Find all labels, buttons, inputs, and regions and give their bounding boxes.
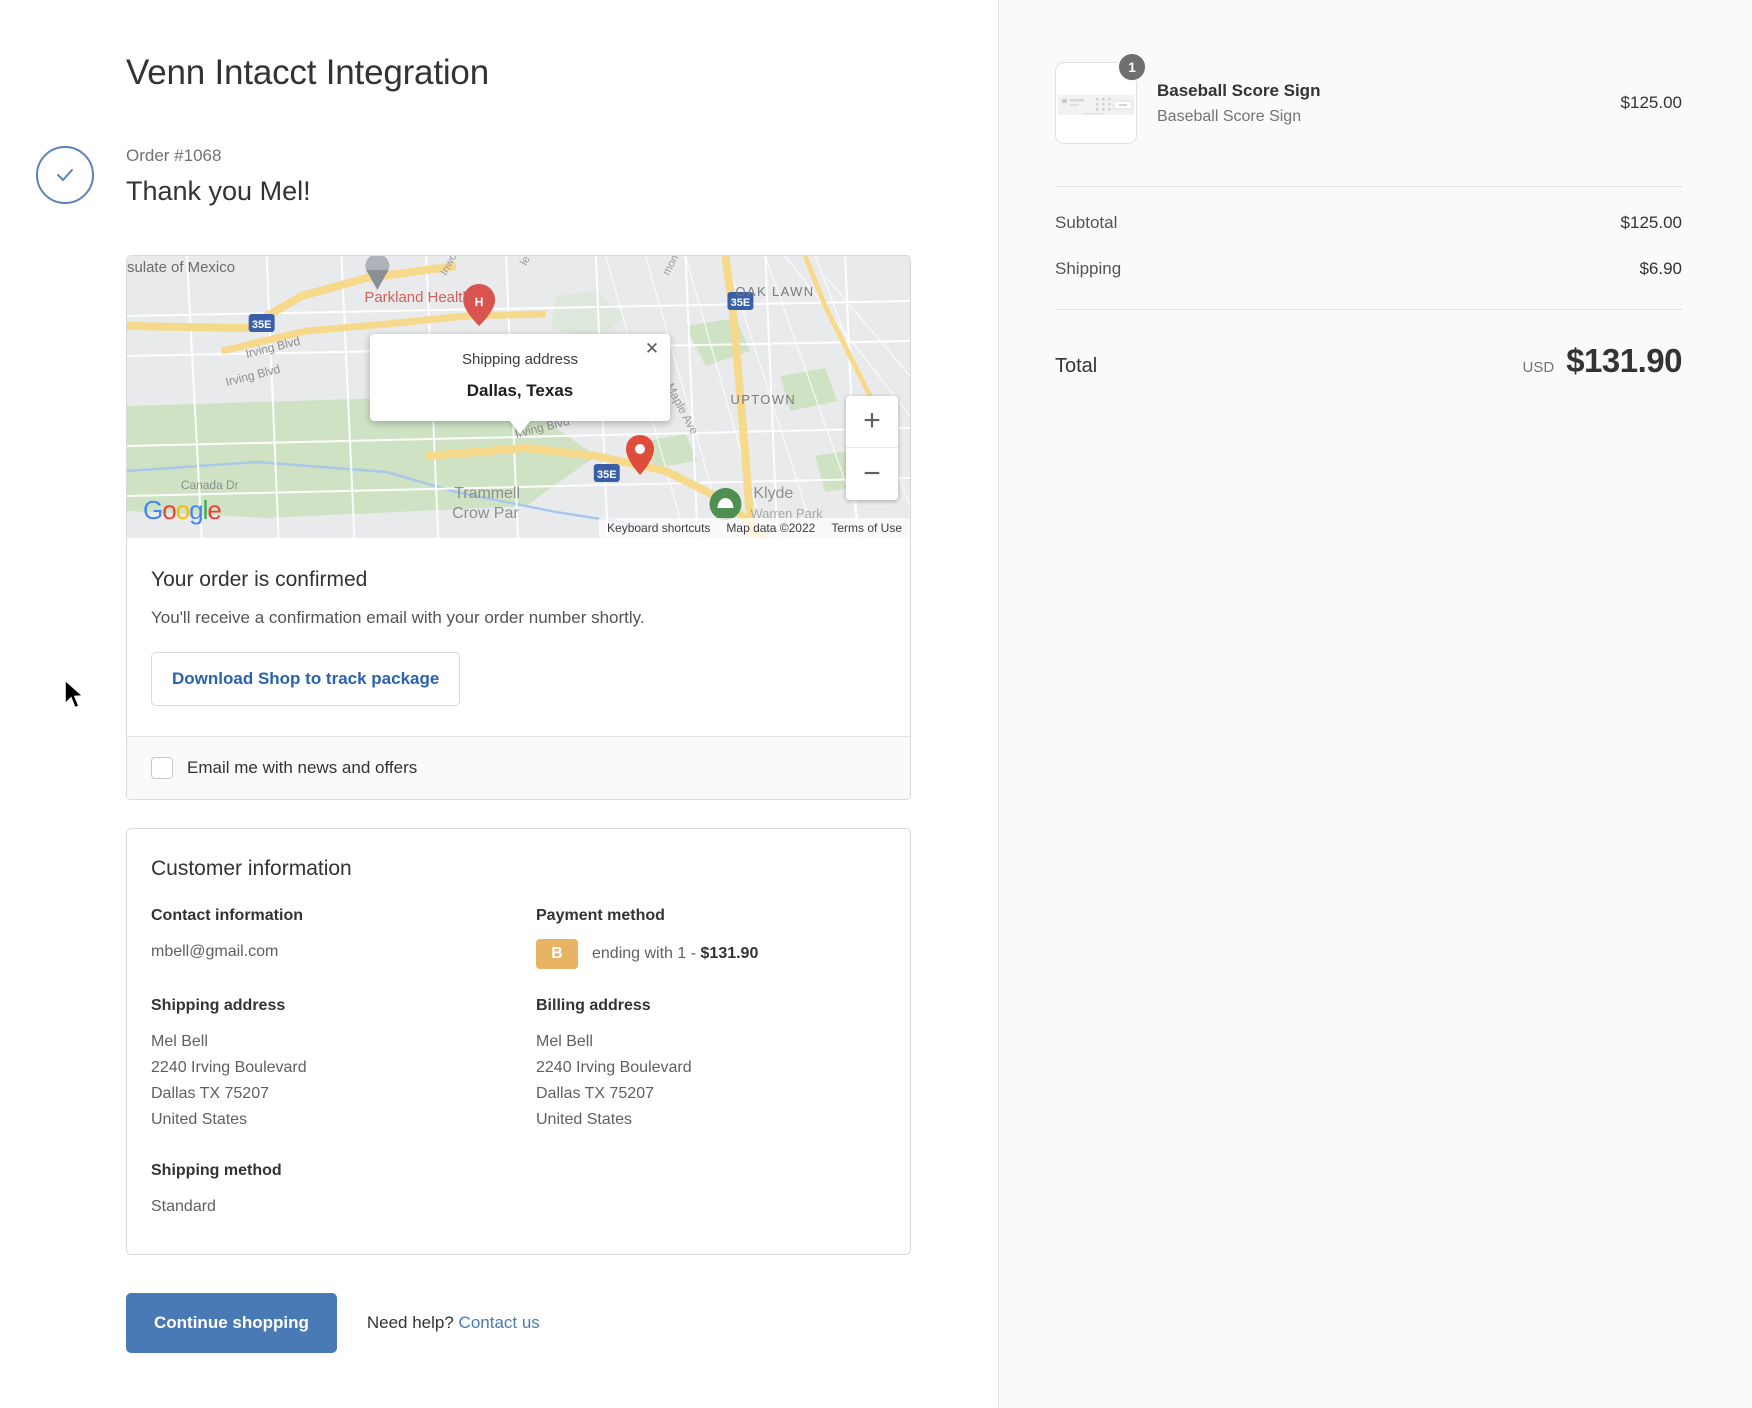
svg-text:Klyde: Klyde [753,485,793,502]
customer-information-heading: Customer information [151,856,352,880]
map-data-text: Map data ©2022 [726,520,816,535]
line-item-thumbnail-wrap: 1 [1055,52,1147,144]
svg-text:sulate of Mexico: sulate of Mexico [127,259,235,276]
order-confirmation-page: Venn Intacct Integration Order #1068 Tha… [0,0,1752,1408]
summary-divider [1055,186,1682,187]
map-location-pin [624,434,656,481]
svg-text:Parkland Health: Parkland Health [364,289,470,306]
payment-ending-text: ending with 1 - [592,944,701,962]
svg-text:UPTOWN: UPTOWN [730,392,796,407]
need-help-text: Need help? Contact us [367,1313,540,1333]
svg-text:Trammell: Trammell [454,485,520,502]
summary-row-subtotal: Subtotal $125.00 [1055,213,1682,233]
contact-information-block: Contact information mbell@gmail.com [151,907,536,969]
shipping-method-block: Shipping method Standard [151,1162,536,1220]
billing-address-heading: Billing address [536,996,651,1014]
line-item-quantity-badge: 1 [1117,52,1147,82]
svg-text:35E: 35E [252,319,272,331]
order-confirmation-header: Order #1068 Thank you Mel! [36,144,998,207]
svg-text:OAK LAWN: OAK LAWN [735,284,814,299]
map-attribution: Keyboard shortcuts Map data ©2022 Terms … [599,517,910,538]
line-item-price: $125.00 [1620,93,1682,112]
payment-brand-badge: B [536,938,578,969]
zoom-out-button[interactable]: − [846,448,898,500]
continue-shopping-button[interactable]: Continue shopping [126,1293,337,1354]
summary-row-total: Total USD $131.90 [1055,342,1682,380]
shipping-method-value: Standard [151,1198,216,1216]
payment-method-block: Payment method B ending with 1 - $131.90 [536,907,886,969]
contact-information-heading: Contact information [151,906,303,924]
order-summary-column: 1 Baseball Score Sign Baseball Score Sig… [999,0,1752,1408]
logo-letter: o [162,494,177,525]
logo-letter: e [207,494,222,525]
payment-amount: $131.90 [700,944,759,962]
line-item-info: Baseball Score Sign Baseball Score Sign [1157,81,1601,126]
shipping-address-text: Mel Bell 2240 Irving Boulevard Dallas TX… [151,1032,307,1128]
contact-us-link[interactable]: Contact us [459,1313,540,1332]
logo-letter: o [175,494,191,525]
newsletter-checkbox[interactable] [151,756,173,779]
line-item-variant: Baseball Score Sign [1157,107,1302,125]
customer-information-card: Customer information Contact information… [126,827,911,1256]
keyboard-shortcuts-link[interactable]: Keyboard shortcuts [607,521,710,535]
total-amount-group: USD $131.90 [1522,342,1683,380]
shipping-label: Shipping [1055,259,1122,278]
billing-address-text: Mel Bell 2240 Irving Boulevard Dallas TX… [536,1032,692,1128]
order-details-column: Venn Intacct Integration Order #1068 Tha… [0,0,999,1408]
contact-email: mbell@gmail.com [151,942,279,960]
shipping-address-block: Shipping address Mel Bell 2240 Irving Bo… [151,997,536,1221]
page-title: Venn Intacct Integration [126,53,489,92]
newsletter-label[interactable]: Email me with news and offers [187,758,417,778]
close-icon[interactable]: ✕ [642,340,662,360]
payment-details: ending with 1 - $131.90 [592,945,758,963]
order-confirmed-card: 35E 35E 35E H sulate of Mexico Parkland … [126,254,911,800]
svg-text:Canada Dr: Canada Dr [181,478,239,492]
order-number: Order #1068 [126,146,222,165]
payment-method-row: B ending with 1 - $131.90 [536,938,886,969]
download-shop-button[interactable]: Download Shop to track package [151,651,461,706]
total-divider [1055,309,1682,310]
popup-city: Dallas, Texas [466,381,574,401]
order-confirmed-heading: Your order is confirmed [151,567,368,591]
order-confirmed-body: Your order is confirmed You'll receive a… [127,538,910,736]
payment-method-heading: Payment method [536,906,665,924]
shipping-method-heading: Shipping method [151,1162,282,1180]
map-zoom-controls[interactable]: + − [846,395,898,500]
total-currency: USD [1522,359,1555,376]
check-circle-icon [36,146,94,204]
footer-actions: Continue shopping Need help? Contact us [126,1293,998,1354]
svg-text:35E: 35E [597,469,617,481]
logo-letter: G [143,494,163,525]
thank-you-heading: Thank you Mel! [126,175,311,206]
zoom-in-button[interactable]: + [846,396,898,448]
google-logo: Google [143,494,222,526]
total-value: $131.90 [1566,342,1682,379]
newsletter-optin-row[interactable]: Email me with news and offers [127,735,910,799]
shipping-address-heading: Shipping address [151,996,286,1014]
shipping-address-popup: ✕ Shipping address Dallas, Texas [370,333,670,422]
subtotal-value: $125.00 [1620,213,1682,232]
logo-letter: g [189,494,204,525]
svg-text:Crow Par: Crow Par [452,505,519,522]
summary-row-shipping: Shipping $6.90 [1055,259,1682,279]
total-label: Total [1055,355,1098,377]
shipping-map[interactable]: 35E 35E 35E H sulate of Mexico Parkland … [127,255,910,538]
popup-label: Shipping address [462,350,578,368]
line-item-title: Baseball Score Sign [1157,80,1321,100]
shipping-value: $6.90 [1639,259,1682,278]
billing-address-block: Billing address Mel Bell 2240 Irving Bou… [536,997,886,1221]
subtotal-label: Subtotal [1055,213,1118,232]
svg-text:H: H [475,295,484,309]
customer-information-grid: Contact information mbell@gmail.com Paym… [151,907,886,1221]
need-help-label: Need help? [366,1313,459,1333]
terms-of-use-link[interactable]: Terms of Use [831,521,902,535]
order-confirmed-subtext: You'll receive a confirmation email with… [151,607,645,627]
line-item: 1 Baseball Score Sign Baseball Score Sig… [1055,52,1682,144]
